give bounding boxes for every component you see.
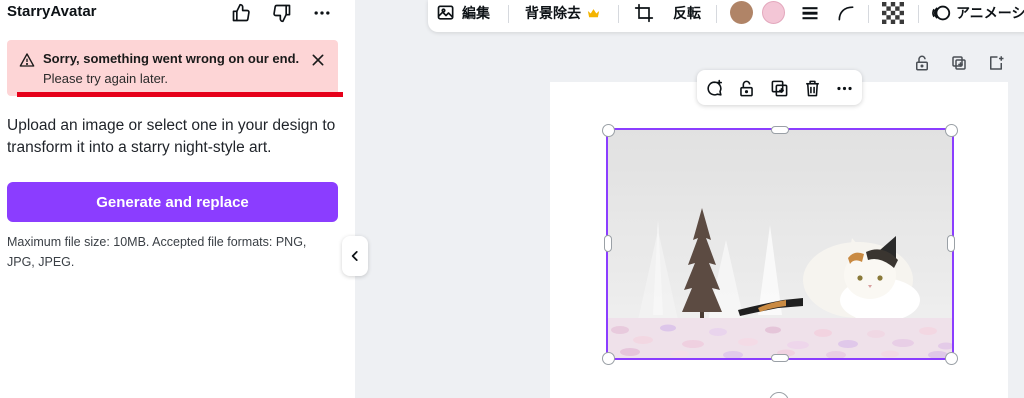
trash-icon[interactable] — [800, 76, 824, 100]
bg-remove-label: 背景除去 — [525, 5, 581, 21]
app-panel: StarryAvatar Sorry, something went wrong… — [0, 0, 355, 398]
duplicate-page-icon[interactable] — [948, 52, 970, 74]
more-options-icon[interactable] — [832, 76, 856, 100]
background-remover-button[interactable]: 背景除去 — [525, 0, 601, 26]
border-style-button[interactable] — [800, 0, 820, 26]
resize-handle-bottom-right[interactable] — [945, 352, 958, 365]
error-title: Sorry, something went wrong on our end. — [43, 51, 300, 66]
flip-button[interactable]: 反転 — [673, 0, 701, 26]
more-options-icon[interactable] — [310, 1, 334, 25]
error-alert: Sorry, something went wrong on our end. … — [7, 40, 338, 96]
resize-handle-left[interactable] — [604, 235, 612, 252]
crop-button[interactable] — [634, 0, 654, 26]
panel-description: Upload an image or select one in your de… — [7, 117, 336, 156]
toolbar-divider — [618, 5, 619, 23]
duplicate-icon[interactable] — [767, 76, 791, 100]
chevron-left-icon — [351, 251, 358, 261]
edit-image-button[interactable]: 編集 — [436, 0, 490, 26]
app-title: StarryAvatar — [7, 3, 97, 20]
resize-handle-bottom[interactable] — [771, 354, 789, 362]
element-context-menu — [697, 70, 862, 105]
animate-icon — [932, 5, 951, 21]
warning-icon — [19, 53, 35, 67]
error-subtitle: Please try again later. — [43, 71, 169, 86]
generate-and-replace-button[interactable]: Generate and replace — [7, 182, 338, 222]
transparency-icon — [882, 2, 904, 24]
resize-handle-bottom-left[interactable] — [602, 352, 615, 365]
comment-icon[interactable] — [702, 76, 726, 100]
crop-icon — [634, 3, 654, 23]
animate-label: アニメーシ — [956, 5, 1024, 21]
corner-rounding-button[interactable] — [836, 0, 856, 26]
crown-icon — [587, 8, 600, 17]
thumbs-up-icon[interactable] — [229, 1, 253, 25]
transparency-button[interactable] — [882, 0, 904, 26]
toolbar-divider — [508, 5, 509, 23]
border-weight-icon — [802, 7, 818, 20]
selected-image[interactable] — [606, 128, 954, 360]
corner-radius-icon — [838, 6, 854, 21]
cat-photo — [608, 130, 952, 358]
unlock-page-icon[interactable] — [911, 52, 933, 74]
color-swatch-pink[interactable] — [762, 1, 785, 24]
annotation-underline — [17, 92, 343, 97]
color-swatch-brown[interactable] — [730, 1, 753, 24]
panel-header: StarryAvatar — [0, 0, 355, 28]
resize-handle-top-right[interactable] — [945, 124, 958, 137]
flip-label: 反転 — [673, 5, 701, 21]
close-icon[interactable] — [308, 50, 328, 70]
thumbs-down-icon[interactable] — [270, 1, 294, 25]
resize-handle-top-left[interactable] — [602, 124, 615, 137]
file-format-hint: Maximum file size: 10MB. Accepted file f… — [7, 235, 307, 269]
add-page-icon[interactable] — [985, 52, 1007, 74]
toolbar-divider — [868, 5, 869, 23]
animate-button[interactable]: アニメーシ — [930, 0, 1024, 26]
collapse-panel-button[interactable] — [342, 236, 368, 276]
toolbar-divider — [918, 5, 919, 23]
resize-handle-right[interactable] — [947, 235, 955, 252]
editor-toolbar: 編集 背景除去 反転 アニメーシ — [428, 0, 1024, 32]
image-edit-icon — [437, 5, 454, 20]
toolbar-divider — [716, 5, 717, 23]
lock-icon[interactable] — [734, 76, 758, 100]
resize-handle-top[interactable] — [771, 126, 789, 134]
edit-label: 編集 — [462, 5, 490, 21]
